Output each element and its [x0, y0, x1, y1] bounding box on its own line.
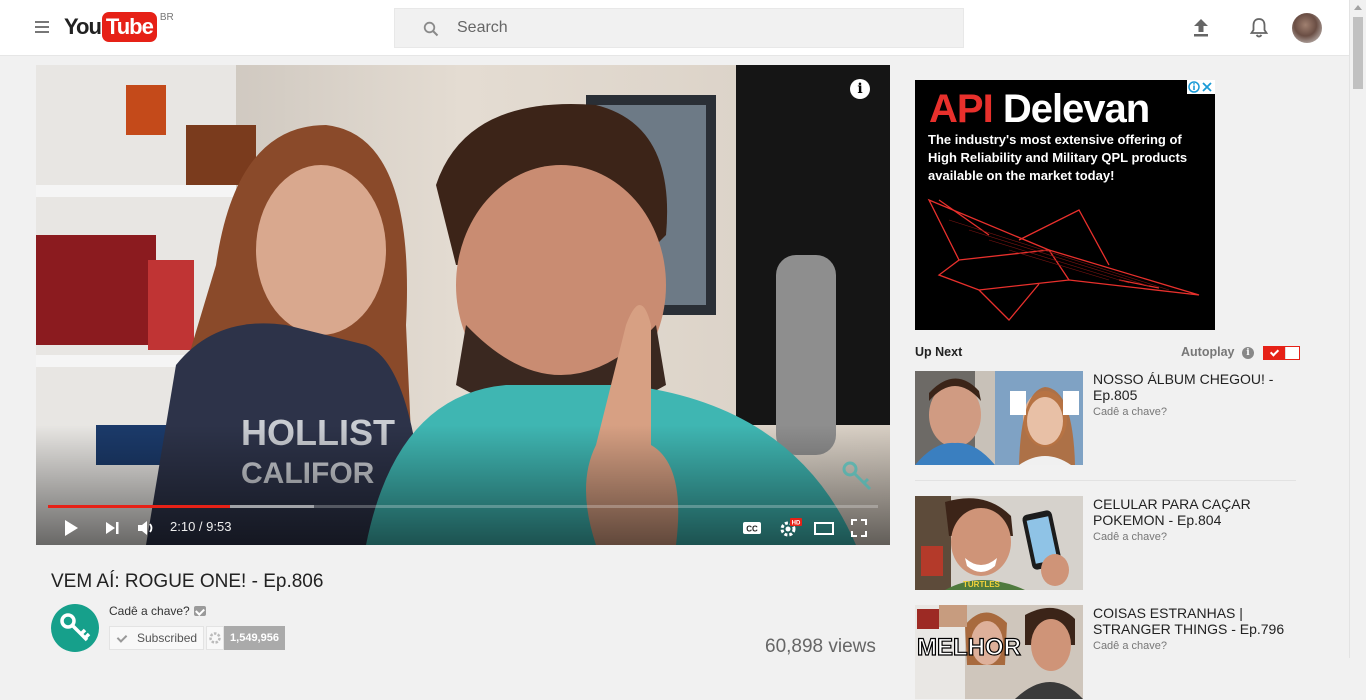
- guide-menu-button[interactable]: [32, 18, 52, 36]
- search-input[interactable]: [457, 9, 937, 47]
- logo-country-code: BR: [159, 12, 174, 23]
- fullscreen-icon[interactable]: [850, 517, 868, 539]
- search-box: [394, 8, 964, 48]
- channel-name-link[interactable]: Cadê a chave?: [109, 604, 206, 618]
- subscription-settings-button[interactable]: [206, 626, 224, 650]
- menu-icon-line: [35, 31, 49, 33]
- logo-tube: Tube: [101, 12, 157, 42]
- related-video-title: COISAS ESTRANHAS | STRANGER THINGS - Ep.…: [1093, 605, 1285, 637]
- video-thumbnail: [915, 371, 1083, 465]
- divider: [915, 480, 1296, 481]
- settings-gear-icon[interactable]: HD: [778, 517, 802, 539]
- related-video-channel: Cadê a chave?: [1093, 531, 1167, 543]
- ad-brand-api: API: [929, 87, 994, 131]
- autoplay-toggle[interactable]: [1263, 346, 1300, 360]
- theater-mode-icon[interactable]: [814, 517, 834, 539]
- related-video-title: NOSSO ÁLBUM CHEGOU! - Ep.805: [1093, 371, 1274, 403]
- scroll-up-arrow-icon[interactable]: [1354, 5, 1362, 10]
- ad-choices-button[interactable]: [1187, 80, 1215, 94]
- menu-icon: [35, 21, 49, 23]
- fighter-jet-illustration: [927, 198, 1200, 321]
- info-card-button[interactable]: i: [850, 79, 870, 99]
- ad-copy: The industry's most extensive offering o…: [928, 132, 1188, 183]
- progress-bar[interactable]: [48, 505, 878, 508]
- notification-bell-icon[interactable]: [1248, 16, 1270, 40]
- svg-text:CC: CC: [746, 525, 758, 534]
- video-frame: HOLLIST CALIFOR: [36, 65, 890, 545]
- logo-you: You: [64, 14, 102, 39]
- masthead: You Tube BR: [0, 0, 1366, 56]
- captions-icon[interactable]: CC: [742, 517, 762, 539]
- video-thumbnail: MELHOR: [915, 605, 1083, 699]
- related-video[interactable]: TURTLES CELULAR PARA CAÇAR POKEMON - Ep.…: [915, 496, 1300, 591]
- channel-avatar[interactable]: [51, 604, 99, 652]
- video-player[interactable]: HOLLIST CALIFOR i 2:10 / 9:53 C: [36, 65, 890, 545]
- key-icon: [60, 613, 91, 642]
- subscribe-label: Subscribed: [137, 631, 198, 645]
- toggle-on-indicator: [1264, 347, 1286, 359]
- page-scrollbar[interactable]: [1349, 0, 1366, 658]
- subscribe-button[interactable]: Subscribed: [109, 626, 204, 650]
- ad-brand-name: Delevan: [1002, 87, 1150, 131]
- view-count: 60,898 views: [765, 636, 876, 657]
- upload-icon[interactable]: [1190, 17, 1212, 39]
- related-video[interactable]: MELHOR COISAS ESTRANHAS | STRANGER THING…: [915, 605, 1300, 700]
- svg-text:TURTLES: TURTLES: [963, 580, 1001, 589]
- volume-icon[interactable]: [136, 517, 156, 539]
- autoplay-info-icon[interactable]: i: [1242, 347, 1254, 359]
- thumbnail-text: MELHOR: [917, 634, 1021, 661]
- subscriber-count: 1,549,956: [224, 626, 285, 650]
- check-icon: [116, 632, 128, 643]
- display-ad[interactable]: API Delevan The industry's most extensiv…: [915, 80, 1215, 330]
- menu-icon-line: [35, 26, 49, 28]
- related-video-title: CELULAR PARA CAÇAR POKEMON - Ep.804: [1093, 496, 1251, 528]
- channel-name: Cadê a chave?: [109, 604, 190, 618]
- up-next-heading: Up Next: [915, 345, 963, 359]
- account-avatar[interactable]: [1292, 13, 1322, 43]
- hd-badge: HD: [792, 521, 801, 527]
- play-icon[interactable]: [62, 517, 80, 539]
- up-next-video[interactable]: NOSSO ÁLBUM CHEGOU! - Ep.805 Cadê a chav…: [915, 371, 1300, 466]
- video-thumbnail: TURTLES: [915, 496, 1083, 590]
- scrollbar-thumb[interactable]: [1353, 17, 1363, 89]
- progress-played: [48, 505, 230, 508]
- youtube-logo[interactable]: You Tube BR: [64, 12, 174, 42]
- video-title: VEM AÍ: ROGUE ONE! - Ep.806: [51, 571, 324, 592]
- verified-badge-icon: [193, 606, 206, 616]
- autoplay-label: Autoplay: [1181, 345, 1235, 359]
- toggle-knob: [1285, 347, 1299, 359]
- player-controls: 2:10 / 9:53 CC HD: [36, 511, 890, 545]
- ad-brand: API Delevan: [929, 83, 1150, 135]
- related-video-channel: Cadê a chave?: [1093, 640, 1167, 652]
- channel-watermark-key-icon[interactable]: [840, 459, 874, 493]
- search-icon[interactable]: [423, 21, 439, 37]
- time-display: 2:10 / 9:53: [170, 519, 232, 534]
- ad-choices-icon: [1188, 81, 1212, 93]
- gear-icon: [209, 632, 221, 644]
- next-video-icon[interactable]: [104, 517, 120, 539]
- related-video-channel: Cadê a chave?: [1093, 406, 1167, 418]
